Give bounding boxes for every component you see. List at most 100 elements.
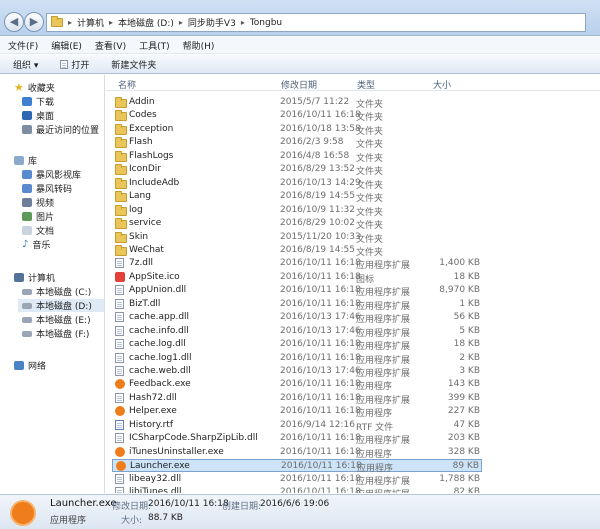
table-row[interactable]: cache.log.dll 2016/10/11 16:18 应用程序扩展 18 KB xyxy=(112,338,482,352)
column-type[interactable]: 类型 xyxy=(357,78,375,91)
table-row[interactable]: WeChat 2016/8/19 14:55 文件夹 xyxy=(112,244,482,258)
table-row[interactable]: Codes 2016/10/11 16:18 文件夹 xyxy=(112,109,482,123)
file-name: cache.log1.dll xyxy=(129,352,192,363)
table-row[interactable]: ICSharpCode.SharpZipLib.dll 2016/10/11 16… xyxy=(112,432,482,446)
file-size: 2 KB xyxy=(459,352,480,363)
sidebar-item-music[interactable]: ♪ 音乐 xyxy=(22,238,50,251)
sidebar-item-videos[interactable]: 视频 xyxy=(22,196,54,209)
dll-file-icon xyxy=(115,487,124,493)
menu-tools[interactable]: 工具(T) xyxy=(139,39,170,52)
table-row[interactable]: log 2016/10/9 11:32 文件夹 xyxy=(112,204,482,218)
sidebar-item-label: 本地磁盘 (E:) xyxy=(36,316,91,326)
menu-view[interactable]: 查看(V) xyxy=(95,39,126,52)
file-name: cache.info.dll xyxy=(129,325,189,336)
table-row[interactable]: AppUnion.dll 2016/10/11 16:18 应用程序扩展 8,970 … xyxy=(112,284,482,298)
file-size: 1,400 KB xyxy=(439,258,480,269)
command-bar: 组织 ▾ 打开 新建文件夹 xyxy=(0,55,600,74)
file-date: 2016/10/11 16:18 xyxy=(280,406,361,417)
new-folder-button[interactable]: 新建文件夹 xyxy=(111,58,156,71)
forward-button[interactable]: ▶ xyxy=(24,12,44,32)
file-size: 47 KB xyxy=(453,419,480,430)
sidebar-item-drive-f[interactable]: 本地磁盘 (F:) xyxy=(22,327,89,340)
breadcrumb-computer[interactable]: 计算机 xyxy=(77,16,104,29)
file-size: 89 KB xyxy=(452,461,479,472)
table-row[interactable]: Addin 2015/5/7 11:22 文件夹 xyxy=(112,96,482,110)
table-row[interactable]: cache.app.dll 2016/10/13 17:46 应用程序扩展 56 KB xyxy=(112,311,482,325)
table-row[interactable]: service 2016/8/29 10:02 文件夹 xyxy=(112,217,482,231)
sidebar-item-recent[interactable]: 最近访问的位置 xyxy=(22,123,99,136)
table-row[interactable]: iTunesUninstaller.exe 2016/10/11 16:18 应用程… xyxy=(112,446,482,460)
menu-edit[interactable]: 编辑(E) xyxy=(51,39,82,52)
exe-icon xyxy=(115,446,125,460)
table-row[interactable]: Flash 2016/2/3 9:58 文件夹 xyxy=(112,136,482,150)
sidebar-item-desktop[interactable]: 桌面 xyxy=(22,109,54,122)
table-row[interactable]: libiTunes.dll 2016/10/11 16:18应用程序扩展 82 KB xyxy=(112,486,482,493)
file-name: Addin xyxy=(129,97,155,107)
folder-icon xyxy=(51,16,63,27)
file-type: 文件夹 xyxy=(356,100,384,110)
file-name: WeChat xyxy=(129,244,164,255)
table-row[interactable]: Skin 2015/11/20 10:33 文件夹 xyxy=(112,231,482,245)
sidebar-network[interactable]: 网络 xyxy=(14,359,46,372)
table-row[interactable]: 7z.dll 2016/10/11 16:18 应用程序扩展 1,400 KB xyxy=(112,257,482,271)
sidebar-item-baofeng-transcode[interactable]: 暴风转码 xyxy=(22,182,72,195)
menu-file[interactable]: 文件(F) xyxy=(8,39,38,52)
sidebar-item-drive-d[interactable]: 本地磁盘 (D:) xyxy=(18,299,104,312)
column-name[interactable]: 名称 xyxy=(118,78,136,91)
table-row[interactable]: libeay32.dll 2016/10/11 16:18 应用程序扩展 1,788 … xyxy=(112,473,482,487)
detail-modified-value: 2016/10/11 16:18 xyxy=(148,499,229,509)
breadcrumb-tongbu-v3[interactable]: 同步助手V3 xyxy=(188,16,236,29)
file-type: 文件夹 xyxy=(356,153,384,164)
table-row[interactable]: History.rtf 2016/9/14 12:16 RTF 文件 47 KB xyxy=(112,419,482,433)
sidebar-item-drive-c[interactable]: 本地磁盘 (C:) xyxy=(22,285,91,298)
sidebar-libraries[interactable]: 库 xyxy=(14,154,37,167)
file-name: Lang xyxy=(129,191,151,202)
table-row[interactable]: Hash72.dll 2016/10/11 16:18 应用程序扩展 399 KB xyxy=(112,392,482,406)
table-row[interactable]: Launcher.exe 2016/10/11 16:18 应用程序 89 KB xyxy=(112,459,482,474)
table-row[interactable]: AppSite.ico 2016/10/11 16:18 图标 18 KB xyxy=(112,271,482,285)
sidebar-computer[interactable]: 计算机 xyxy=(14,271,55,284)
sidebar-item-pictures[interactable]: 图片 xyxy=(22,210,54,223)
dll-file-icon xyxy=(115,366,124,379)
file-size: 1 KB xyxy=(459,298,480,309)
table-row[interactable]: FlashLogs 2016/4/8 16:58 文件夹 xyxy=(112,150,482,164)
column-date[interactable]: 修改日期 xyxy=(281,78,317,91)
menu-help[interactable]: 帮助(H) xyxy=(183,39,215,52)
file-name: log xyxy=(129,204,143,215)
drive-icon xyxy=(22,316,32,323)
breadcrumb-drive-d[interactable]: 本地磁盘 (D:) xyxy=(118,16,174,29)
file-type: 应用程序 xyxy=(356,409,393,420)
sidebar-item-label: 本地磁盘 (C:) xyxy=(36,288,92,298)
breadcrumb-tongbu[interactable]: Tongbu xyxy=(250,18,282,28)
sidebar-item-drive-e[interactable]: 本地磁盘 (E:) xyxy=(22,313,91,326)
back-button[interactable]: ◀ xyxy=(4,12,24,32)
table-row[interactable]: cache.log1.dll 2016/10/11 16:18 应用程序扩展 2 KB xyxy=(112,352,482,366)
organize-button[interactable]: 组织 ▾ xyxy=(13,58,38,71)
table-row[interactable]: IncludeAdb 2016/10/13 14:29 文件夹 xyxy=(112,177,482,191)
file-type: 文件夹 xyxy=(356,180,384,191)
back-arrow-icon: ◀ xyxy=(9,15,19,28)
sidebar-item-label: 本地磁盘 (F:) xyxy=(36,330,90,340)
address-bar[interactable]: ▸ 计算机 ▸ 本地磁盘 (D:) ▸ 同步助手V3 ▸ Tongbu xyxy=(46,13,586,32)
column-size[interactable]: 大小 xyxy=(433,78,451,91)
file-name: Exception xyxy=(129,123,174,134)
table-row[interactable]: IconDir 2016/8/29 13:52 文件夹 xyxy=(112,163,482,177)
table-row[interactable]: cache.web.dll 2016/10/13 17:46 应用程序扩展 3 KB xyxy=(112,365,482,379)
music-note-icon: ♪ xyxy=(22,239,29,250)
file-date: 2016/10/11 16:18 xyxy=(280,339,361,350)
table-row[interactable]: Feedback.exe 2016/10/11 16:18 应用程序 143 KB xyxy=(112,378,482,392)
file-size: 3 KB xyxy=(459,366,480,376)
table-row[interactable]: cache.info.dll 2016/10/13 17:46 应用程序扩展 5 KB xyxy=(112,325,482,339)
table-row[interactable]: Helper.exe 2016/10/11 16:18 应用程序 227 KB xyxy=(112,405,482,420)
table-row[interactable]: BizT.dll 2016/10/11 16:18 应用程序扩展 1 KB xyxy=(112,298,482,312)
sidebar-item-baofeng-library[interactable]: 暴风影视库 xyxy=(22,168,81,181)
file-date: 2016/10/11 16:18 xyxy=(281,461,362,472)
table-row[interactable]: Lang 2016/8/19 14:55 文件夹 xyxy=(112,190,482,204)
open-button[interactable]: 打开 xyxy=(60,58,89,71)
sidebar-favorites[interactable]: ★ 收藏夹 xyxy=(14,81,55,94)
sidebar-item-downloads[interactable]: 下载 xyxy=(22,95,54,108)
file-name: AppSite.ico xyxy=(129,271,180,282)
sidebar-item-documents[interactable]: 文档 xyxy=(22,224,54,237)
file-name: Helper.exe xyxy=(129,406,177,417)
table-row[interactable]: Exception 2016/10/18 13:58 文件夹 xyxy=(112,123,482,137)
